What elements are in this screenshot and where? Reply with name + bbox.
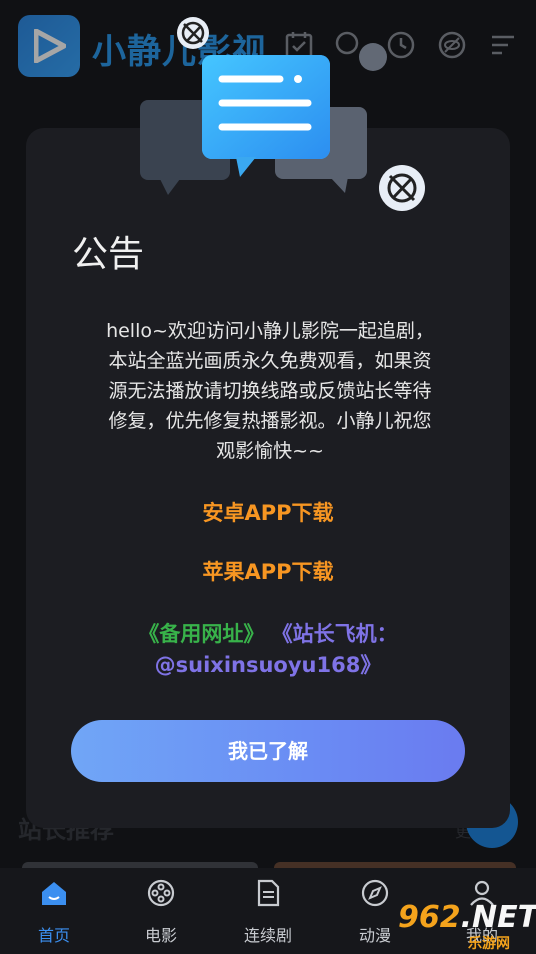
dialog-message: hello~欢迎访问小静儿影院一起追剧， 本站全蓝光画质永久免费观看，如果资 源…: [70, 316, 470, 466]
watermark-subtitle: 乐游网: [468, 936, 510, 952]
chat-bubbles-icon: [140, 55, 367, 195]
compass-icon: [361, 879, 389, 907]
nav-label: 电影: [144, 926, 177, 945]
watermark-logo: 962.NET: [398, 900, 536, 935]
ios-download-link[interactable]: 苹果APP下载: [26, 556, 510, 586]
blur-dot-icon: [359, 43, 387, 71]
backup-url-link[interactable]: 《备用网址》: [138, 622, 264, 646]
nav-movies[interactable]: 电影: [121, 878, 201, 946]
watermark: 962.NET 乐游网: [392, 900, 536, 952]
message-line: 观影愉快~~: [216, 440, 324, 462]
nav-label: 连续剧: [243, 926, 292, 945]
acknowledge-button[interactable]: 我已了解: [71, 720, 465, 782]
contact-telegram-link[interactable]: 《站长飞机：: [272, 622, 398, 646]
android-download-link[interactable]: 安卓APP下载: [26, 497, 510, 527]
emblem-icon: [177, 17, 209, 49]
film-reel-icon: [147, 879, 175, 907]
dialog-title: 公告: [72, 234, 145, 275]
document-icon: [257, 879, 280, 907]
message-line: 修复，优先修复热播影视。小静儿祝您: [108, 410, 432, 432]
nav-label: 首页: [37, 926, 70, 945]
message-line: hello~欢迎访问小静儿影院一起追剧，: [106, 320, 434, 342]
message-line: 本站全蓝光画质永久免费观看，如果资: [108, 350, 432, 372]
message-line: 源无法播放请切换线路或反馈站长等待: [108, 380, 432, 402]
emblem-icon: [379, 165, 425, 211]
links-row: 《备用网址》 《站长飞机：: [26, 618, 510, 648]
home-icon: [42, 882, 66, 905]
nav-home[interactable]: 首页: [14, 878, 94, 946]
contact-telegram-handle[interactable]: @suixinsuoyu168》: [26, 649, 510, 679]
nav-series[interactable]: 连续剧: [228, 878, 308, 946]
